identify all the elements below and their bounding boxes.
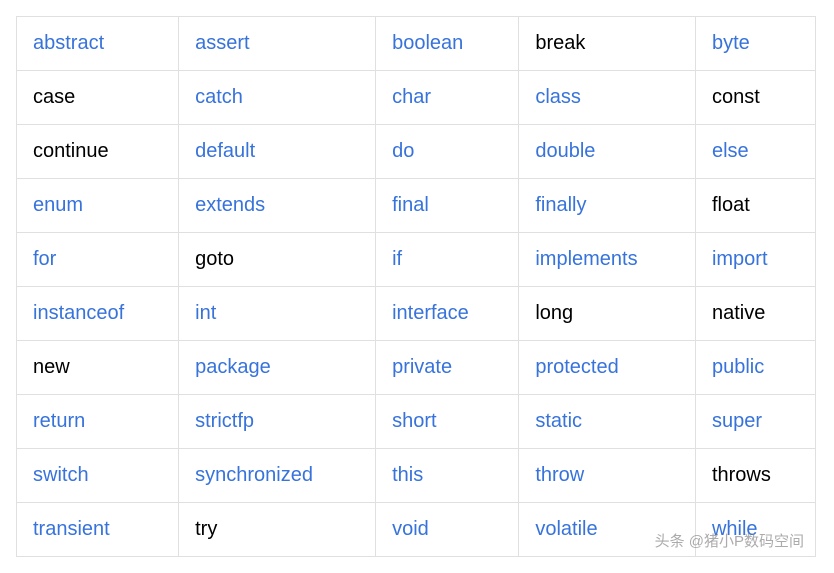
- keyword-link-cell[interactable]: byte: [695, 17, 815, 71]
- keyword-link-cell[interactable]: synchronized: [179, 449, 376, 503]
- table-row: returnstrictfpshortstaticsuper: [17, 395, 816, 449]
- keyword-plain-cell: try: [179, 503, 376, 557]
- keyword-link-cell[interactable]: private: [376, 341, 519, 395]
- keyword-link-cell[interactable]: abstract: [17, 17, 179, 71]
- keywords-table: abstractassertbooleanbreakbytecasecatchc…: [16, 16, 816, 557]
- keyword-link-cell[interactable]: instanceof: [17, 287, 179, 341]
- keyword-link-cell[interactable]: import: [695, 233, 815, 287]
- keyword-plain-cell: case: [17, 71, 179, 125]
- keyword-link-cell[interactable]: implements: [519, 233, 696, 287]
- keyword-link-cell[interactable]: do: [376, 125, 519, 179]
- keyword-link-cell[interactable]: short: [376, 395, 519, 449]
- keyword-link-cell[interactable]: finally: [519, 179, 696, 233]
- keyword-link-cell[interactable]: catch: [179, 71, 376, 125]
- keyword-plain-cell: continue: [17, 125, 179, 179]
- keyword-plain-cell: const: [695, 71, 815, 125]
- keyword-link-cell[interactable]: char: [376, 71, 519, 125]
- keyword-link-cell[interactable]: static: [519, 395, 696, 449]
- keyword-link-cell[interactable]: return: [17, 395, 179, 449]
- keyword-link-cell[interactable]: assert: [179, 17, 376, 71]
- keyword-link-cell[interactable]: interface: [376, 287, 519, 341]
- keyword-link-cell[interactable]: package: [179, 341, 376, 395]
- table-body: abstractassertbooleanbreakbytecasecatchc…: [17, 17, 816, 557]
- keyword-link-cell[interactable]: for: [17, 233, 179, 287]
- keyword-link-cell[interactable]: protected: [519, 341, 696, 395]
- keyword-link-cell[interactable]: int: [179, 287, 376, 341]
- keyword-link-cell[interactable]: default: [179, 125, 376, 179]
- keyword-link-cell[interactable]: volatile: [519, 503, 696, 557]
- keyword-link-cell[interactable]: while: [695, 503, 815, 557]
- keyword-link-cell[interactable]: enum: [17, 179, 179, 233]
- keyword-link-cell[interactable]: if: [376, 233, 519, 287]
- keyword-plain-cell: float: [695, 179, 815, 233]
- table-row: forgotoifimplementsimport: [17, 233, 816, 287]
- keyword-link-cell[interactable]: transient: [17, 503, 179, 557]
- keyword-plain-cell: new: [17, 341, 179, 395]
- table-row: abstractassertbooleanbreakbyte: [17, 17, 816, 71]
- keyword-link-cell[interactable]: boolean: [376, 17, 519, 71]
- table-row: enumextendsfinalfinallyfloat: [17, 179, 816, 233]
- keyword-plain-cell: goto: [179, 233, 376, 287]
- keyword-link-cell[interactable]: final: [376, 179, 519, 233]
- table-row: switchsynchronizedthisthrowthrows: [17, 449, 816, 503]
- keyword-link-cell[interactable]: switch: [17, 449, 179, 503]
- keyword-link-cell[interactable]: public: [695, 341, 815, 395]
- keyword-link-cell[interactable]: else: [695, 125, 815, 179]
- table-row: instanceofintinterfacelongnative: [17, 287, 816, 341]
- keyword-link-cell[interactable]: void: [376, 503, 519, 557]
- table-row: newpackageprivateprotectedpublic: [17, 341, 816, 395]
- keyword-plain-cell: throws: [695, 449, 815, 503]
- keyword-link-cell[interactable]: strictfp: [179, 395, 376, 449]
- keyword-plain-cell: break: [519, 17, 696, 71]
- keyword-link-cell[interactable]: class: [519, 71, 696, 125]
- table-row: transienttryvoidvolatilewhile: [17, 503, 816, 557]
- keyword-link-cell[interactable]: throw: [519, 449, 696, 503]
- keyword-link-cell[interactable]: double: [519, 125, 696, 179]
- keyword-link-cell[interactable]: extends: [179, 179, 376, 233]
- table-row: continuedefaultdodoubleelse: [17, 125, 816, 179]
- keyword-link-cell[interactable]: super: [695, 395, 815, 449]
- keyword-link-cell[interactable]: this: [376, 449, 519, 503]
- keyword-plain-cell: long: [519, 287, 696, 341]
- table-row: casecatchcharclassconst: [17, 71, 816, 125]
- keyword-plain-cell: native: [695, 287, 815, 341]
